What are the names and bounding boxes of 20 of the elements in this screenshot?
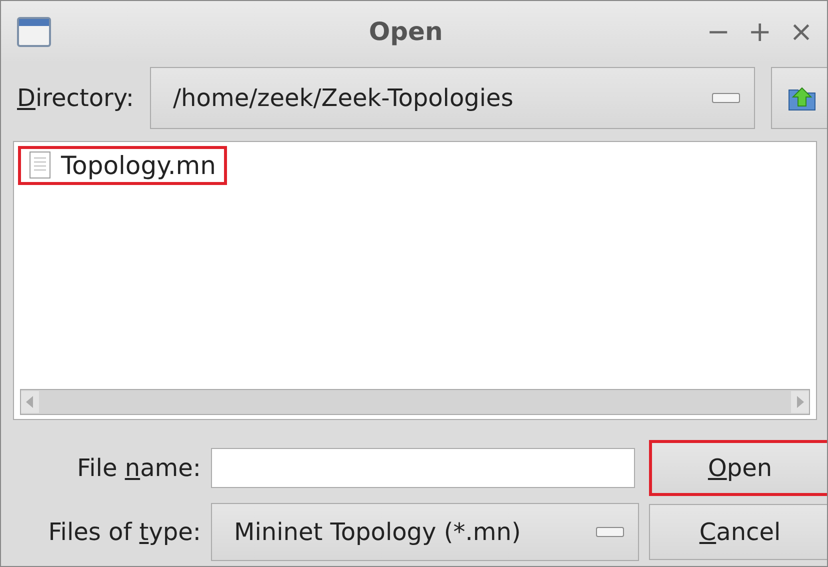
window-title: Open bbox=[368, 17, 444, 46]
parent-folder-button[interactable] bbox=[771, 66, 827, 129]
minimize-button[interactable]: − bbox=[700, 15, 736, 48]
file-list[interactable]: Topology.mn bbox=[13, 140, 817, 420]
file-type-label: Files of type: bbox=[47, 518, 201, 546]
scroll-right-icon[interactable] bbox=[791, 391, 809, 413]
directory-label: Directory: bbox=[17, 84, 134, 112]
maximize-button[interactable]: + bbox=[742, 15, 778, 48]
window-icon bbox=[17, 16, 51, 47]
document-icon bbox=[29, 151, 51, 180]
directory-dropdown[interactable]: /home/zeek/Zeek-Topologies bbox=[150, 66, 755, 129]
file-name-label: File name: bbox=[76, 454, 201, 482]
cancel-button[interactable]: Cancel bbox=[649, 504, 827, 560]
file-name-field[interactable] bbox=[211, 448, 635, 488]
open-button[interactable]: Open bbox=[649, 440, 827, 496]
scroll-left-icon[interactable] bbox=[21, 391, 39, 413]
close-button[interactable]: × bbox=[784, 15, 819, 48]
horizontal-scrollbar[interactable] bbox=[20, 389, 810, 415]
file-type-dropdown[interactable]: Mininet Topology (*.mn) bbox=[211, 503, 639, 561]
file-item[interactable]: Topology.mn bbox=[18, 146, 227, 185]
